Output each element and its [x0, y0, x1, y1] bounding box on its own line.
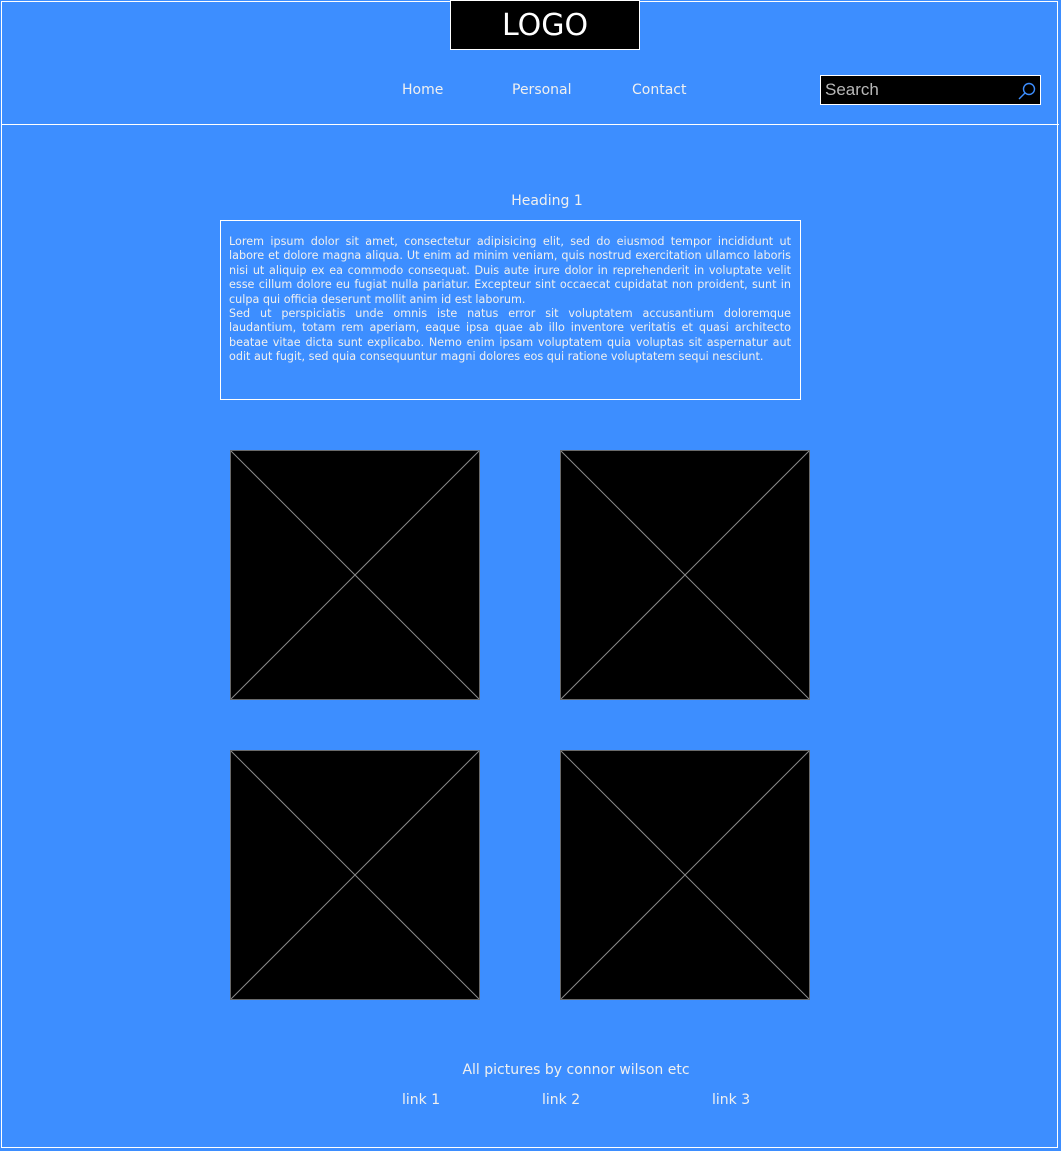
- search-box: [820, 75, 1041, 105]
- text-block: Lorem ipsum dolor sit amet, consectetur …: [220, 220, 801, 400]
- image-placeholder-1[interactable]: [230, 450, 480, 700]
- image-placeholder-3[interactable]: [230, 750, 480, 1000]
- nav-personal-link[interactable]: Personal: [512, 82, 572, 98]
- image-placeholder-x-icon: [231, 751, 479, 999]
- footer-credit: All pictures by connor wilson etc: [462, 1062, 690, 1078]
- nav-contact-link[interactable]: Contact: [632, 82, 686, 98]
- image-placeholder-x-icon: [231, 451, 479, 699]
- search-input[interactable]: [825, 79, 1015, 101]
- nav-home-link[interactable]: Home: [402, 82, 443, 98]
- footer-link-3[interactable]: link 3: [712, 1092, 750, 1108]
- page-heading: Heading 1: [511, 193, 583, 209]
- footer-link-2[interactable]: link 2: [542, 1092, 580, 1108]
- image-placeholder-4[interactable]: [560, 750, 810, 1000]
- header-divider: [1, 124, 1059, 125]
- page-frame: [1, 1, 1058, 1148]
- paragraph-1: Lorem ipsum dolor sit amet, consectetur …: [229, 235, 791, 306]
- search-icon[interactable]: [1017, 81, 1037, 101]
- image-placeholder-x-icon: [561, 751, 809, 999]
- image-placeholder-2[interactable]: [560, 450, 810, 700]
- image-placeholder-x-icon: [561, 451, 809, 699]
- paragraph-2: Sed ut perspiciatis unde omnis iste natu…: [229, 307, 791, 364]
- logo[interactable]: LOGO: [450, 0, 640, 50]
- footer-link-1[interactable]: link 1: [402, 1092, 440, 1108]
